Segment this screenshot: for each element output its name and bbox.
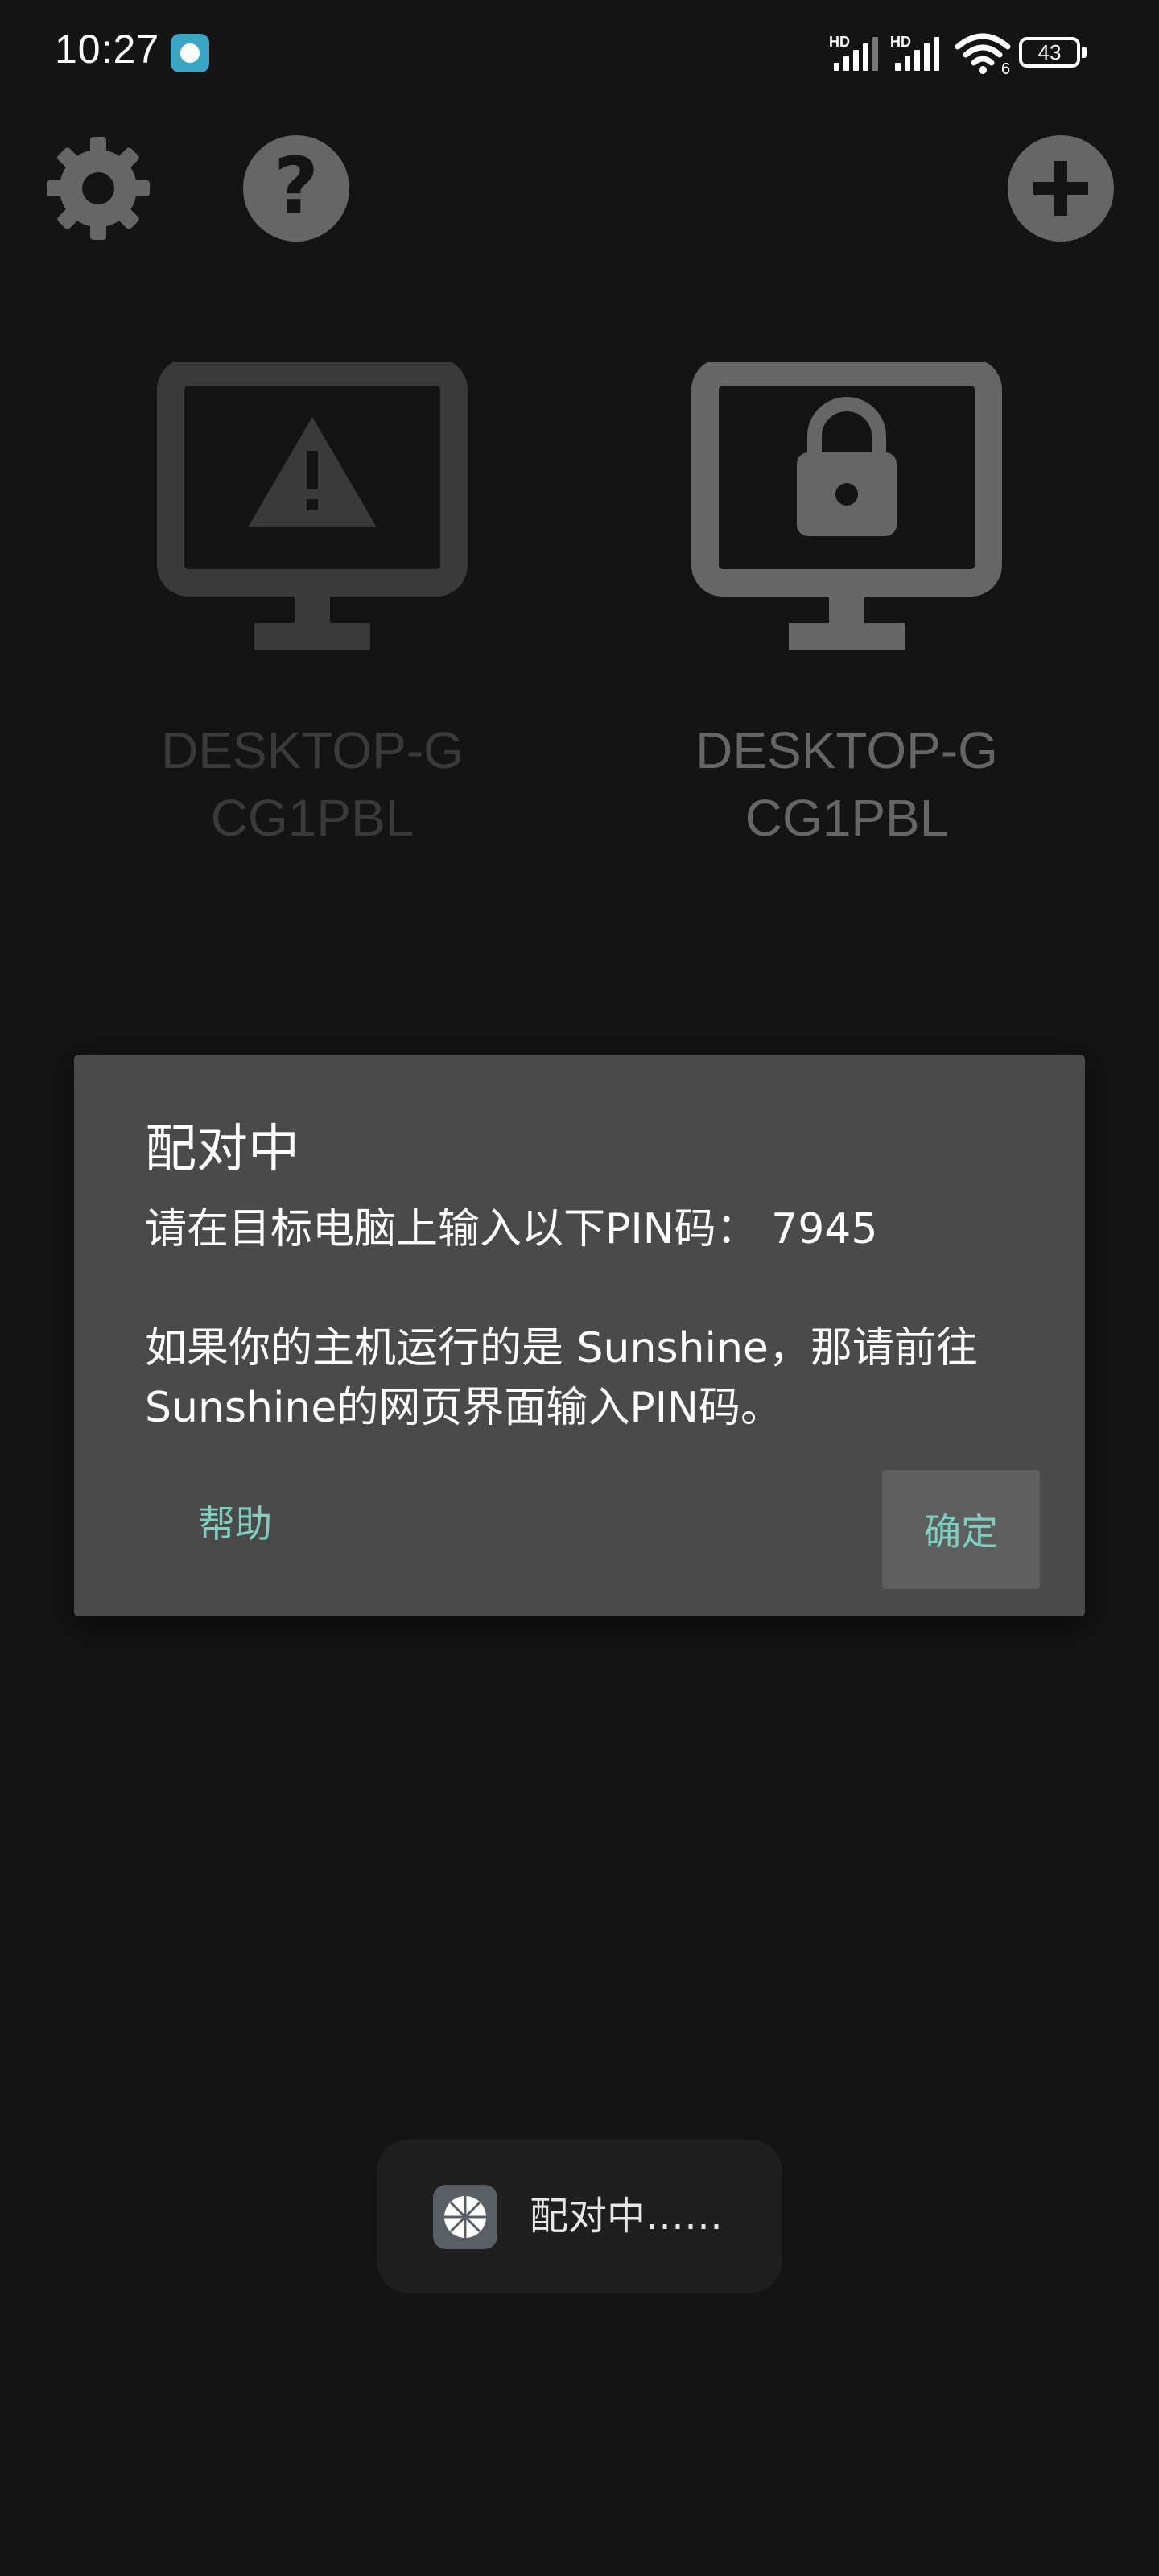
signal-icon: HD: [829, 31, 885, 71]
pairing-dialog: 配对中 请在目标电脑上输入以下PIN码： 7945 如果你的主机运行的是 Sun…: [74, 1055, 1085, 1616]
signal-icon: HD: [890, 31, 947, 71]
app-icon: [433, 2185, 497, 2249]
computer-name: DESKTOP-GCG1PBL: [161, 721, 464, 847]
computer-name: DESKTOP-GCG1PBL: [695, 721, 998, 847]
status-time: 10:27: [55, 27, 160, 72]
monitor-icon: [157, 362, 468, 650]
notification-app-icon: [171, 34, 209, 72]
pairing-toast: 配对中……: [377, 2140, 782, 2293]
monitor-icon: [691, 362, 1002, 650]
warning-icon: [248, 417, 377, 527]
dialog-title: 配对中: [145, 1120, 299, 1179]
help-button[interactable]: 帮助: [163, 1465, 307, 1578]
dialog-message: 请在目标电脑上输入以下PIN码： 7945 如果你的主机运行的是 Sunshin…: [145, 1205, 978, 1432]
toast-text: 配对中……: [530, 2194, 724, 2239]
wifi-badge: 6: [1001, 60, 1010, 76]
signal-hd-label: HD: [829, 34, 850, 50]
battery-level: 43: [1037, 40, 1062, 64]
status-bar: 10:27 HD HD 6 43: [0, 0, 1159, 105]
lock-icon: [797, 397, 897, 536]
battery-icon: 43: [1019, 37, 1087, 68]
signal-hd-label: HD: [890, 34, 911, 50]
svg-text:?: ?: [274, 141, 319, 231]
wifi-icon: 6: [955, 32, 1011, 79]
gear-icon[interactable]: [43, 134, 153, 243]
computer-card[interactable]: DESKTOP-GCG1PBL: [670, 362, 1024, 852]
ok-button[interactable]: 确定: [882, 1470, 1040, 1589]
question-mark-icon[interactable]: ?: [241, 134, 351, 243]
computer-card[interactable]: DESKTOP-GCG1PBL: [135, 362, 489, 852]
plus-icon[interactable]: [1006, 134, 1116, 243]
